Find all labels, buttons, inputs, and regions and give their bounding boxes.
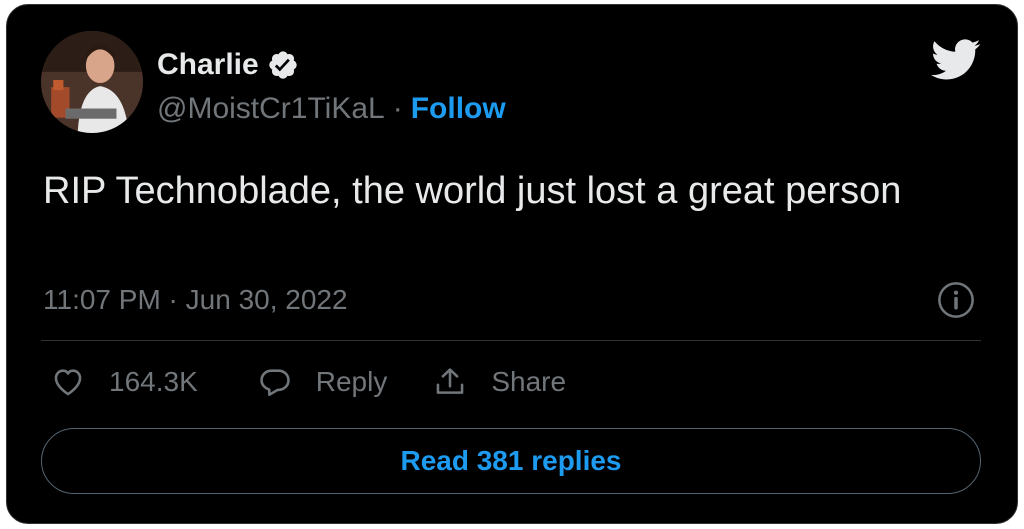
share-upload-icon	[437, 368, 464, 394]
verified-badge-icon	[269, 51, 297, 79]
author-handle-row: @MoistCr1TiKaL · Follow	[157, 91, 506, 127]
author-name-row: Charlie	[157, 47, 299, 83]
avatar-photo	[41, 31, 143, 133]
author-handle[interactable]: @MoistCr1TiKaL	[157, 91, 385, 127]
read-replies-button[interactable]: Read 381 replies	[41, 428, 981, 494]
author-display-name[interactable]: Charlie	[157, 47, 259, 83]
reply-label: Reply	[315, 366, 388, 397]
share-button[interactable]: Share	[433, 365, 566, 399]
avatar[interactable]	[41, 31, 143, 133]
like-button[interactable]: 164.3K	[51, 365, 198, 399]
twitter-bird-icon[interactable]	[931, 39, 981, 81]
heart-icon	[54, 369, 82, 396]
speech-bubble-icon	[260, 369, 290, 397]
like-count: 164.3K	[109, 366, 198, 397]
reply-button[interactable]: Reply	[258, 365, 388, 399]
tweet-timestamp[interactable]: 11:07 PM · Jun 30, 2022	[43, 283, 348, 317]
info-icon[interactable]	[937, 281, 975, 319]
tweet-card: Charlie @MoistCr1TiKaL · Follow RIP Tech…	[6, 4, 1018, 524]
tweet-text: RIP Technoblade, the world just lost a g…	[43, 170, 902, 212]
divider	[41, 340, 981, 341]
follow-button[interactable]: Follow	[411, 91, 506, 127]
separator-dot: ·	[392, 92, 403, 125]
tweet-actions: 164.3K Reply Share	[51, 365, 566, 399]
share-label: Share	[491, 366, 567, 397]
